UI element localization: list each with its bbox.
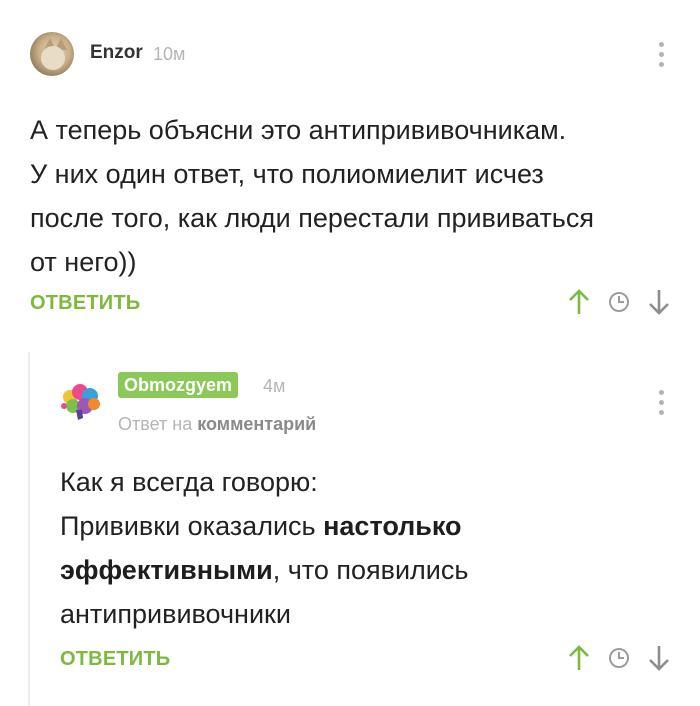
comment-line: А теперь объясни это антипрививочникам. bbox=[30, 115, 567, 145]
arrow-down-icon[interactable] bbox=[644, 284, 674, 320]
avatar-face bbox=[41, 46, 65, 70]
username[interactable]: Enzor bbox=[90, 42, 143, 64]
clock-icon[interactable] bbox=[604, 640, 634, 676]
arrow-up-icon[interactable] bbox=[564, 284, 594, 320]
text-plain: Прививки оказались bbox=[60, 511, 324, 541]
vote-controls bbox=[564, 640, 684, 676]
avatar[interactable] bbox=[30, 32, 74, 76]
reply-to-link[interactable]: комментарий bbox=[197, 414, 316, 434]
arrow-up-icon[interactable] bbox=[564, 640, 594, 676]
text-bold: настолько bbox=[323, 511, 462, 541]
reply-to: Ответ на комментарий bbox=[118, 414, 316, 435]
reply-to-prefix: Ответ на bbox=[118, 414, 193, 434]
comment-body: А теперь объясни это антипрививочникам. … bbox=[30, 108, 680, 284]
comment-line: Как я всегда говорю: bbox=[60, 467, 318, 497]
comment-line: У них один ответ, что полиомиелит исчез bbox=[30, 159, 544, 189]
comment-body: Как я всегда говорю: Прививки оказались … bbox=[60, 460, 680, 636]
brain-icon[interactable] bbox=[56, 382, 104, 426]
reply-button[interactable]: ОТВЕТИТЬ bbox=[60, 648, 170, 671]
timestamp: 4м bbox=[263, 376, 286, 396]
clock-icon[interactable] bbox=[604, 284, 634, 320]
vote-controls bbox=[564, 284, 684, 320]
timestamp: 10м bbox=[153, 44, 186, 64]
text-plain: , что появились bbox=[272, 555, 469, 585]
comment-line: Прививки оказались настолько bbox=[60, 504, 680, 548]
username-badge[interactable]: Obmozgyem bbox=[118, 372, 239, 398]
reply-button[interactable]: ОТВЕТИТЬ bbox=[30, 292, 140, 315]
kebab-menu-icon[interactable] bbox=[659, 390, 665, 415]
comment-line: эффективными, что появились bbox=[60, 548, 680, 592]
thread-line bbox=[28, 352, 30, 706]
kebab-menu-icon[interactable] bbox=[659, 42, 665, 67]
text-bold: эффективными bbox=[60, 555, 273, 585]
comment-line: после того, как люди перестали прививать… bbox=[30, 203, 594, 233]
arrow-down-icon[interactable] bbox=[644, 640, 674, 676]
comment-line: антипрививочники bbox=[60, 599, 291, 629]
comment-line: от него)) bbox=[30, 247, 137, 277]
